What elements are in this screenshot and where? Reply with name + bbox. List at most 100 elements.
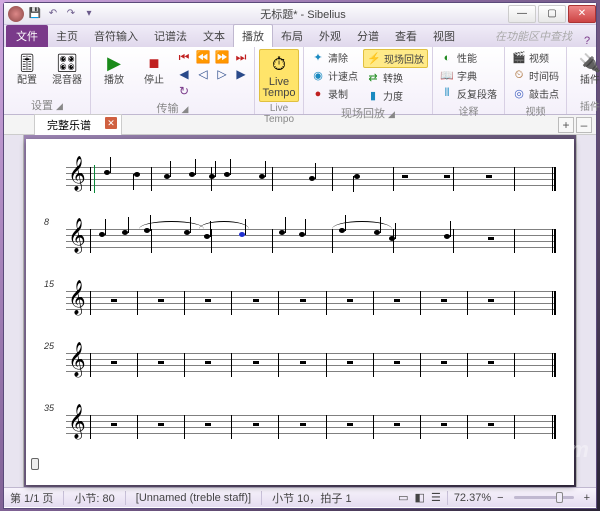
loop-button[interactable]: ↻ [175,83,193,99]
clear-button[interactable]: ✦清除 [308,49,361,66]
note[interactable] [104,170,110,175]
tab-view[interactable]: 视图 [425,25,463,47]
zoom-thumb[interactable] [556,492,563,503]
whole-rest[interactable] [394,361,400,364]
whole-rest[interactable] [158,361,164,364]
hitpoints-button[interactable]: ◎敲击点 [509,85,562,102]
staff-system[interactable]: 35𝄞 [44,407,556,447]
whole-rest[interactable] [253,361,259,364]
video-button[interactable]: 🎬视频 [509,49,562,66]
navigator-right[interactable] [576,135,596,487]
performance-button[interactable]: ◐性能 [437,49,500,66]
view-mode-icon[interactable]: ▭ [398,491,408,504]
note[interactable] [239,232,245,237]
repeats-button[interactable]: ⦀反复段落 [437,85,500,102]
rewind-button[interactable]: ⏪ [194,49,212,65]
whole-rest[interactable] [300,361,306,364]
qat-more-icon[interactable]: ▾ [82,7,96,21]
live-playback-button[interactable]: ⚡现场回放 [363,49,428,68]
whole-rest[interactable] [253,299,259,302]
whole-rest[interactable] [394,299,400,302]
hitpoint-button[interactable]: ◉计速点 [308,67,361,84]
tab-notation[interactable]: 记谱法 [146,25,195,47]
note[interactable] [224,172,230,177]
ffwd-full-button[interactable]: ⏭ [232,49,250,65]
slur[interactable] [199,221,249,229]
whole-rest[interactable] [205,299,211,302]
panorama-icon[interactable]: ☰ [431,491,441,504]
back-button[interactable]: ◁ [194,66,212,82]
whole-rest[interactable] [488,423,494,426]
zoom-slider[interactable] [514,496,574,499]
whole-rest[interactable] [441,299,447,302]
mixer-button[interactable]: 🎛混音器 [48,49,86,88]
zoom-out-button[interactable]: − [497,492,503,504]
next-button[interactable]: ▶ [232,66,250,82]
note[interactable] [279,230,285,235]
note[interactable] [309,176,315,181]
note[interactable] [389,236,395,241]
rewind-full-button[interactable]: ⏮ [175,49,193,65]
staff-system[interactable]: 𝄞 [44,159,556,199]
close-button[interactable]: ✕ [568,5,596,23]
navigator-left[interactable] [4,135,24,487]
whole-rest[interactable] [488,299,494,302]
whole-rest[interactable] [300,423,306,426]
slur[interactable] [139,221,204,229]
note[interactable] [134,172,140,177]
record-button[interactable]: ●录制 [308,85,361,102]
config-button[interactable]: 🎚配置 [8,49,46,88]
whole-rest[interactable] [111,299,117,302]
view-mode2-icon[interactable]: ◧ [415,491,425,504]
whole-rest[interactable] [488,237,494,240]
fwd-button[interactable]: ▷ [213,66,231,82]
velocity-button[interactable]: ▮力度 [363,87,428,104]
dictionary-button[interactable]: 📖字典 [437,67,500,84]
staff-system[interactable]: 25𝄞 [44,345,556,385]
score-page[interactable]: 𝄞 8𝄞 15𝄞 25𝄞 35𝄞 [26,139,574,485]
note[interactable] [204,234,210,239]
redo-icon[interactable]: ↷ [64,7,78,21]
whole-rest[interactable] [486,175,492,178]
whole-rest[interactable] [347,299,353,302]
whole-rest[interactable] [441,361,447,364]
note[interactable] [374,230,380,235]
whole-rest[interactable] [300,299,306,302]
stop-button[interactable]: ■停止 [135,49,173,88]
tab-review[interactable]: 查看 [387,25,425,47]
prev-button[interactable]: ◀ [175,66,193,82]
tab-note-input[interactable]: 音符输入 [86,25,146,47]
convert-button[interactable]: ⇄转换 [363,69,428,86]
whole-rest[interactable] [488,361,494,364]
whole-rest[interactable] [444,175,450,178]
note[interactable] [209,174,215,179]
note[interactable] [354,174,360,179]
play-button[interactable]: ▶播放 [95,49,133,88]
collapse-tab-button[interactable]: – [576,117,592,133]
whole-rest[interactable] [347,423,353,426]
note[interactable] [189,172,195,177]
whole-rest[interactable] [253,423,259,426]
whole-rest[interactable] [402,175,408,178]
whole-rest[interactable] [111,423,117,426]
tab-play[interactable]: 播放 [233,24,273,47]
slur[interactable] [332,221,392,229]
new-tab-button[interactable]: + [558,117,574,133]
ffwd-button[interactable]: ⏩ [213,49,231,65]
staff-system[interactable]: 15𝄞 [44,283,556,323]
playback-thumb[interactable] [31,458,39,470]
maximize-button[interactable]: ▢ [538,5,566,23]
tab-appearance[interactable]: 外观 [311,25,349,47]
document-tab-close[interactable]: ✕ [105,117,117,129]
note[interactable] [99,232,105,237]
staff-system[interactable]: 8𝄞 [44,221,556,261]
timecode-button[interactable]: ⏲时间码 [509,67,562,84]
document-tab[interactable]: 完整乐谱 ✕ [34,114,122,135]
whole-rest[interactable] [347,361,353,364]
undo-icon[interactable]: ↶ [46,7,60,21]
tab-layout[interactable]: 布局 [273,25,311,47]
note[interactable] [259,174,265,179]
whole-rest[interactable] [205,423,211,426]
save-icon[interactable]: 💾 [28,7,42,21]
help-button[interactable]: ? [578,35,596,47]
